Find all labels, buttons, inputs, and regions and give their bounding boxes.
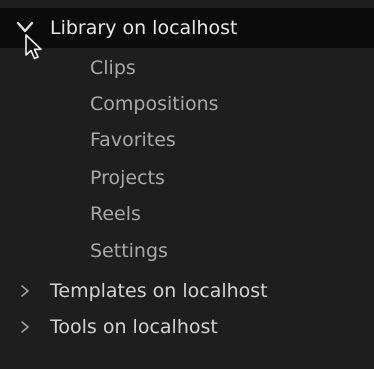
- tree-item-label: Favorites: [90, 128, 176, 151]
- library-tree: Library on localhost Clips Compositions …: [0, 0, 374, 369]
- tree-item-label: Clips: [90, 56, 136, 79]
- tree-item-projects[interactable]: Projects: [0, 161, 374, 195]
- chevron-right-icon[interactable]: [14, 316, 36, 338]
- tree-node-templates[interactable]: Templates on localhost: [0, 274, 374, 308]
- tree-node-label: Templates on localhost: [50, 279, 268, 302]
- chevron-right-icon[interactable]: [14, 280, 36, 302]
- tree-node-tools[interactable]: Tools on localhost: [0, 310, 374, 344]
- tree-item-settings[interactable]: Settings: [0, 234, 374, 268]
- mouse-pointer-icon: [24, 34, 44, 62]
- tree-node-label: Library on localhost: [50, 16, 238, 39]
- tree-item-label: Settings: [90, 239, 168, 262]
- tree-item-compositions[interactable]: Compositions: [0, 87, 374, 121]
- tree-item-label: Reels: [90, 202, 141, 225]
- tree-item-clips[interactable]: Clips: [0, 51, 374, 85]
- tree-item-label: Projects: [90, 166, 165, 189]
- tree-node-label: Tools on localhost: [50, 315, 218, 338]
- tree-item-reels[interactable]: Reels: [0, 197, 374, 231]
- tree-item-favorites[interactable]: Favorites: [0, 123, 374, 157]
- tree-item-label: Compositions: [90, 92, 219, 115]
- tree-node-library[interactable]: Library on localhost: [0, 8, 374, 48]
